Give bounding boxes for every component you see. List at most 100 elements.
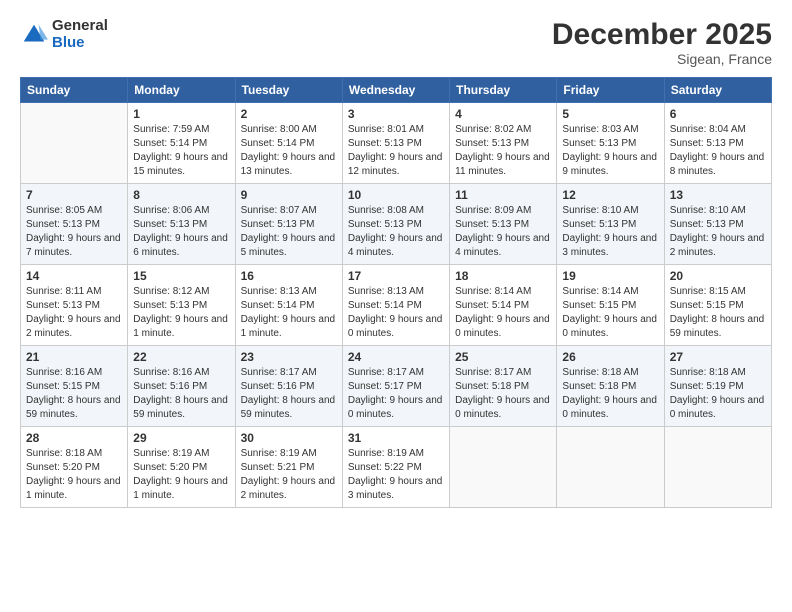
day-info: Sunrise: 7:59 AM Sunset: 5:14 PM Dayligh…: [133, 123, 229, 179]
day-info: Sunrise: 8:18 AM Sunset: 5:20 PM Dayligh…: [26, 447, 122, 503]
calendar-day-cell: 9 Sunrise: 8:07 AM Sunset: 5:13 PM Daylig…: [235, 184, 342, 265]
day-info: Sunrise: 8:10 AM Sunset: 5:13 PM Dayligh…: [562, 204, 658, 260]
calendar-day-cell: 7Sunrise: 8:05 AM Sunset: 5:13 PM Daylig…: [21, 184, 128, 265]
day-number: 6: [670, 107, 766, 121]
day-number: 9: [241, 188, 337, 202]
calendar-day-cell: 15Sunrise: 8:12 AM Sunset: 5:13 PM Dayli…: [128, 265, 235, 346]
day-number: 3: [348, 107, 444, 121]
day-number: 22: [133, 350, 229, 364]
title-block: December 2025 Sigean, France: [552, 18, 772, 67]
day-number: 8: [133, 188, 229, 202]
calendar-table: SundayMondayTuesdayWednesdayThursdayFrid…: [20, 77, 772, 508]
day-number: 16: [241, 269, 337, 283]
day-number: 10: [348, 188, 444, 202]
calendar-day-cell: 22Sunrise: 8:16 AM Sunset: 5:16 PM Dayli…: [128, 346, 235, 427]
calendar-day-header: Tuesday: [235, 78, 342, 103]
calendar-day-cell: 30 Sunrise: 8:19 AM Sunset: 5:21 PM Dayli…: [235, 427, 342, 508]
calendar-day-cell: 14Sunrise: 8:11 AM Sunset: 5:13 PM Dayli…: [21, 265, 128, 346]
calendar-day-cell: 6 Sunrise: 8:04 AM Sunset: 5:13 PM Daylig…: [664, 103, 771, 184]
calendar-day-cell: [21, 103, 128, 184]
calendar-day-header: Saturday: [664, 78, 771, 103]
logo-blue-text: Blue: [52, 35, 108, 52]
calendar-day-cell: 25 Sunrise: 8:17 AM Sunset: 5:18 PM Dayli…: [450, 346, 557, 427]
day-info: Sunrise: 8:01 AM Sunset: 5:13 PM Dayligh…: [348, 123, 444, 179]
day-number: 17: [348, 269, 444, 283]
calendar-day-cell: 21 Sunrise: 8:16 AM Sunset: 5:15 PM Dayli…: [21, 346, 128, 427]
day-info: Sunrise: 8:18 AM Sunset: 5:19 PM Dayligh…: [670, 366, 766, 422]
day-number: 1: [133, 107, 229, 121]
day-number: 25: [455, 350, 551, 364]
day-info: Sunrise: 8:09 AM Sunset: 5:13 PM Dayligh…: [455, 204, 551, 260]
day-info: Sunrise: 8:06 AM Sunset: 5:13 PM Dayligh…: [133, 204, 229, 260]
calendar-day-cell: 19 Sunrise: 8:14 AM Sunset: 5:15 PM Dayli…: [557, 265, 664, 346]
day-info: Sunrise: 8:04 AM Sunset: 5:13 PM Dayligh…: [670, 123, 766, 179]
day-number: 30: [241, 431, 337, 445]
calendar-day-header: Thursday: [450, 78, 557, 103]
calendar-day-cell: 3 Sunrise: 8:01 AM Sunset: 5:13 PM Daylig…: [342, 103, 449, 184]
calendar-header-row: SundayMondayTuesdayWednesdayThursdayFrid…: [21, 78, 772, 103]
calendar-day-cell: 1 Sunrise: 7:59 AM Sunset: 5:14 PM Daylig…: [128, 103, 235, 184]
day-number: 19: [562, 269, 658, 283]
day-number: 15: [133, 269, 229, 283]
day-number: 18: [455, 269, 551, 283]
main-title: December 2025: [552, 18, 772, 51]
day-info: Sunrise: 8:17 AM Sunset: 5:18 PM Dayligh…: [455, 366, 551, 422]
calendar-day-cell: 17 Sunrise: 8:13 AM Sunset: 5:14 PM Dayli…: [342, 265, 449, 346]
day-info: Sunrise: 8:16 AM Sunset: 5:15 PM Dayligh…: [26, 366, 122, 422]
day-number: 24: [348, 350, 444, 364]
calendar-day-cell: 12 Sunrise: 8:10 AM Sunset: 5:13 PM Dayli…: [557, 184, 664, 265]
day-info: Sunrise: 8:08 AM Sunset: 5:13 PM Dayligh…: [348, 204, 444, 260]
calendar-day-cell: 18 Sunrise: 8:14 AM Sunset: 5:14 PM Dayli…: [450, 265, 557, 346]
day-info: Sunrise: 8:17 AM Sunset: 5:16 PM Dayligh…: [241, 366, 337, 422]
day-info: Sunrise: 8:02 AM Sunset: 5:13 PM Dayligh…: [455, 123, 551, 179]
day-number: 20: [670, 269, 766, 283]
calendar-day-cell: 16 Sunrise: 8:13 AM Sunset: 5:14 PM Dayli…: [235, 265, 342, 346]
day-info: Sunrise: 8:13 AM Sunset: 5:14 PM Dayligh…: [348, 285, 444, 341]
logo-icon: [20, 21, 48, 49]
calendar-day-cell: 24 Sunrise: 8:17 AM Sunset: 5:17 PM Dayli…: [342, 346, 449, 427]
calendar-day-cell: 11Sunrise: 8:09 AM Sunset: 5:13 PM Dayli…: [450, 184, 557, 265]
day-number: 14: [26, 269, 122, 283]
day-number: 21: [26, 350, 122, 364]
calendar-day-header: Sunday: [21, 78, 128, 103]
calendar-week-row: 28 Sunrise: 8:18 AM Sunset: 5:20 PM Dayli…: [21, 427, 772, 508]
calendar-day-cell: [557, 427, 664, 508]
day-info: Sunrise: 8:14 AM Sunset: 5:14 PM Dayligh…: [455, 285, 551, 341]
day-info: Sunrise: 8:19 AM Sunset: 5:21 PM Dayligh…: [241, 447, 337, 503]
day-number: 28: [26, 431, 122, 445]
calendar-day-cell: 2Sunrise: 8:00 AM Sunset: 5:14 PM Daylig…: [235, 103, 342, 184]
day-info: Sunrise: 8:14 AM Sunset: 5:15 PM Dayligh…: [562, 285, 658, 341]
calendar-day-cell: 8 Sunrise: 8:06 AM Sunset: 5:13 PM Daylig…: [128, 184, 235, 265]
subtitle: Sigean, France: [552, 51, 772, 67]
calendar-day-cell: 26 Sunrise: 8:18 AM Sunset: 5:18 PM Dayli…: [557, 346, 664, 427]
logo: General Blue: [20, 18, 108, 51]
day-info: Sunrise: 8:17 AM Sunset: 5:17 PM Dayligh…: [348, 366, 444, 422]
calendar-day-header: Wednesday: [342, 78, 449, 103]
day-number: 29: [133, 431, 229, 445]
day-number: 31: [348, 431, 444, 445]
day-number: 2: [241, 107, 337, 121]
day-info: Sunrise: 8:03 AM Sunset: 5:13 PM Dayligh…: [562, 123, 658, 179]
day-number: 13: [670, 188, 766, 202]
day-number: 4: [455, 107, 551, 121]
day-info: Sunrise: 8:13 AM Sunset: 5:14 PM Dayligh…: [241, 285, 337, 341]
calendar-day-cell: 27 Sunrise: 8:18 AM Sunset: 5:19 PM Dayli…: [664, 346, 771, 427]
calendar-day-cell: 13Sunrise: 8:10 AM Sunset: 5:13 PM Dayli…: [664, 184, 771, 265]
day-number: 27: [670, 350, 766, 364]
day-info: Sunrise: 8:15 AM Sunset: 5:15 PM Dayligh…: [670, 285, 766, 341]
calendar-week-row: 21 Sunrise: 8:16 AM Sunset: 5:15 PM Dayli…: [21, 346, 772, 427]
day-number: 23: [241, 350, 337, 364]
calendar-day-cell: 5 Sunrise: 8:03 AM Sunset: 5:13 PM Daylig…: [557, 103, 664, 184]
day-info: Sunrise: 8:07 AM Sunset: 5:13 PM Dayligh…: [241, 204, 337, 260]
day-number: 12: [562, 188, 658, 202]
calendar-day-header: Monday: [128, 78, 235, 103]
day-info: Sunrise: 8:18 AM Sunset: 5:18 PM Dayligh…: [562, 366, 658, 422]
calendar-day-cell: 28 Sunrise: 8:18 AM Sunset: 5:20 PM Dayli…: [21, 427, 128, 508]
calendar-day-cell: [450, 427, 557, 508]
day-number: 7: [26, 188, 122, 202]
day-number: 26: [562, 350, 658, 364]
calendar-day-cell: 20 Sunrise: 8:15 AM Sunset: 5:15 PM Dayli…: [664, 265, 771, 346]
logo-text: General Blue: [52, 18, 108, 51]
day-number: 5: [562, 107, 658, 121]
calendar-day-cell: 23 Sunrise: 8:17 AM Sunset: 5:16 PM Dayli…: [235, 346, 342, 427]
